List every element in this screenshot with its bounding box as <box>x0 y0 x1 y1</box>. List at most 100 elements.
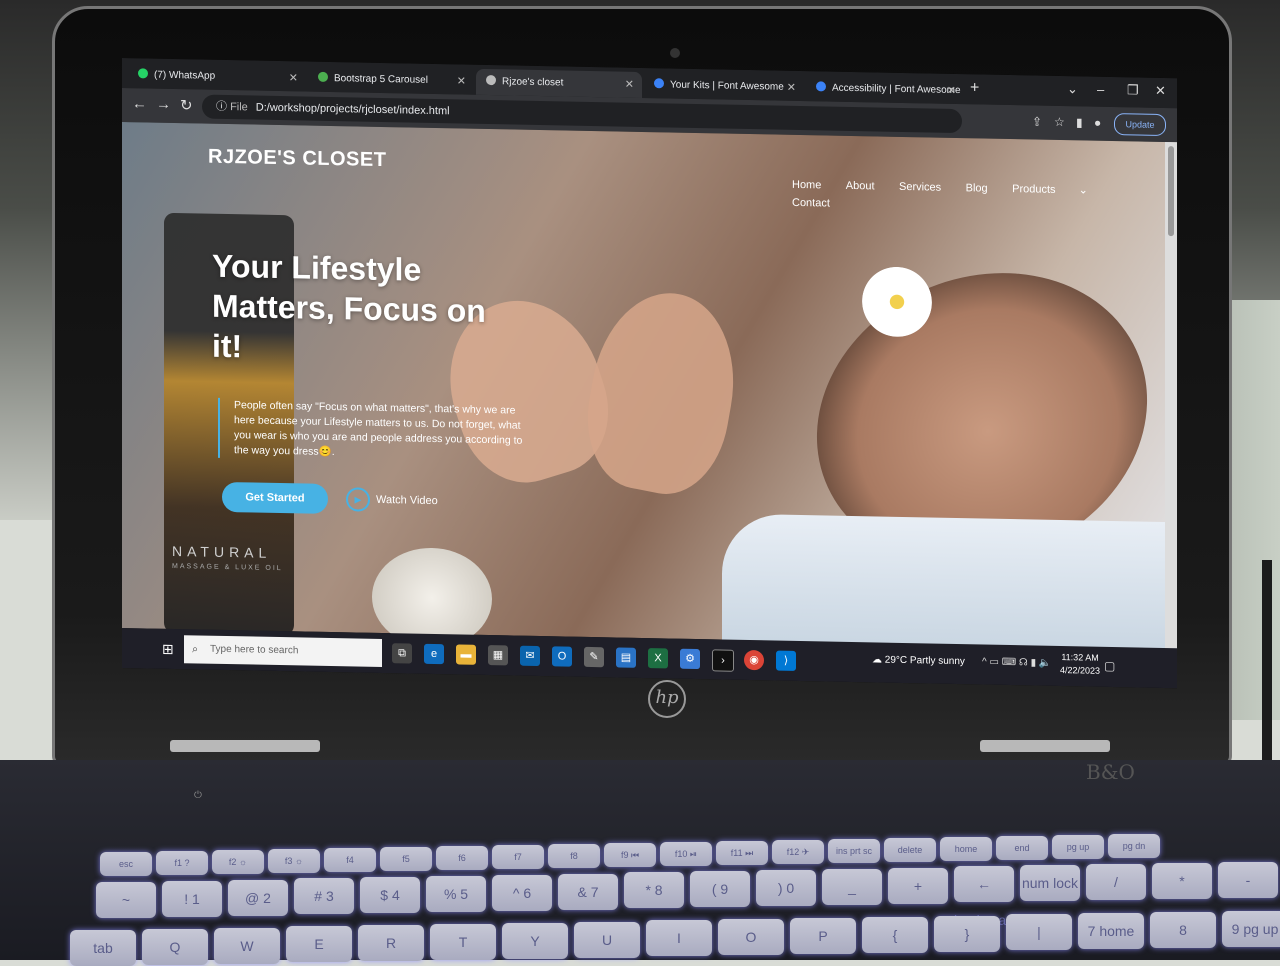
vscode-icon[interactable]: ⟩ <box>776 650 796 671</box>
key[interactable]: num lock <box>1020 865 1080 902</box>
nav-home[interactable]: Home <box>792 179 821 192</box>
close-tab-icon[interactable]: ✕ <box>625 72 634 98</box>
close-tab-icon[interactable]: ✕ <box>457 68 466 94</box>
key[interactable]: f6 <box>436 846 488 870</box>
nav-blog[interactable]: Blog <box>966 182 988 194</box>
key[interactable]: f7 <box>492 845 544 869</box>
outlook-icon[interactable]: O <box>552 646 572 667</box>
key[interactable]: 7 home <box>1078 913 1144 950</box>
windows-start-icon[interactable]: ⊞ <box>162 641 174 658</box>
update-button[interactable]: Update <box>1114 113 1166 137</box>
key[interactable]: R <box>358 925 424 962</box>
notification-icon[interactable]: ▢ <box>1104 659 1115 673</box>
key[interactable]: * 8 <box>624 872 684 909</box>
tab-whatsapp[interactable]: (7) WhatsApp ✕ <box>128 62 306 91</box>
nav-about[interactable]: About <box>846 180 875 193</box>
key[interactable]: ins prt sc <box>828 839 880 863</box>
key[interactable]: % 5 <box>426 876 486 912</box>
key[interactable]: O <box>718 919 784 956</box>
key[interactable]: pg up <box>1052 835 1104 859</box>
key[interactable]: $ 4 <box>360 877 420 914</box>
key[interactable]: tab <box>70 930 136 966</box>
key[interactable]: T <box>430 924 496 960</box>
key[interactable]: ~ <box>96 882 156 918</box>
profile-avatar-icon[interactable]: ● <box>1094 116 1101 130</box>
excel-icon[interactable]: X <box>648 648 668 669</box>
clock[interactable]: 11:32 AM 4/22/2023 <box>1060 651 1100 678</box>
tab-search-icon[interactable]: ⌄ <box>1067 81 1078 97</box>
key[interactable]: f3 ☼ <box>268 849 320 873</box>
restore-icon[interactable]: ❐ <box>1127 82 1139 98</box>
nav-products[interactable]: Products ⌄ <box>1012 183 1108 197</box>
back-icon[interactable]: ← <box>132 95 147 112</box>
key[interactable]: Y <box>502 922 568 959</box>
get-started-button[interactable]: Get Started <box>222 481 328 514</box>
scrollbar-thumb[interactable] <box>1168 146 1174 237</box>
key[interactable]: ← backspace <box>954 866 1021 928</box>
watch-video-button[interactable]: ▶ Watch Video <box>346 486 438 514</box>
control-panel-icon[interactable]: ⚙ <box>680 648 700 670</box>
key[interactable]: home <box>940 837 992 861</box>
info-icon[interactable]: ⓘ <box>216 101 230 113</box>
power-icon[interactable]: ⏻ <box>194 790 202 801</box>
new-tab-button[interactable]: + <box>970 79 979 97</box>
key[interactable]: ( 9 <box>690 871 750 908</box>
key[interactable]: U <box>574 921 640 958</box>
share-icon[interactable]: ⇪ <box>1032 114 1042 128</box>
site-logo[interactable]: RJZOE'S CLOSET <box>208 146 386 172</box>
key[interactable]: } <box>934 915 1000 952</box>
tab-bootstrap[interactable]: Bootstrap 5 Carousel ✕ <box>308 66 474 95</box>
key[interactable]: + <box>888 867 948 904</box>
notepad-icon[interactable]: ✎ <box>584 646 604 668</box>
nav-services[interactable]: Services <box>899 181 941 194</box>
key[interactable]: I <box>646 920 712 957</box>
system-tray[interactable]: ^ ▭ ⌨ ☊ ▮ 🔈 <box>982 657 1051 669</box>
key[interactable]: 8 <box>1150 912 1216 948</box>
weather-widget[interactable]: ☁ 29°C Partly sunny <box>872 654 965 667</box>
key[interactable]: ) 0 <box>756 870 816 906</box>
key[interactable]: f4 <box>324 848 376 872</box>
chrome-icon[interactable]: ◉ <box>744 649 764 671</box>
page-scrollbar[interactable] <box>1165 142 1177 649</box>
key[interactable]: { <box>862 916 928 953</box>
reload-icon[interactable]: ↻ <box>180 96 193 114</box>
key[interactable]: # 3 <box>294 878 354 915</box>
close-tab-icon[interactable]: ✕ <box>947 78 956 104</box>
tab-rjzoes-closet[interactable]: Rjzoe's closet ✕ <box>476 68 642 98</box>
key[interactable]: * <box>1152 862 1212 899</box>
key[interactable]: P <box>790 918 856 954</box>
key[interactable]: f11 ⏭ <box>716 841 768 865</box>
key[interactable]: esc <box>100 852 152 876</box>
tab-font-awesome-kits[interactable]: Your Kits | Font Awesome ✕ <box>644 72 804 101</box>
file-explorer-icon[interactable]: ▬ <box>456 644 476 665</box>
key[interactable]: f10 ⏯ <box>660 842 712 866</box>
task-view-icon[interactable]: ⧉ <box>392 643 412 664</box>
key[interactable]: f2 ☼ <box>212 850 264 874</box>
key[interactable]: _ <box>822 868 882 905</box>
edge-icon[interactable]: e <box>424 643 444 665</box>
tab-font-awesome-accessibility[interactable]: Accessibility | Font Awesome Do ✕ <box>806 75 964 104</box>
close-tab-icon[interactable]: ✕ <box>787 75 796 101</box>
mail-icon[interactable]: ✉ <box>520 645 540 667</box>
key[interactable]: f1 ? <box>156 851 208 875</box>
key[interactable]: f8 <box>548 844 600 868</box>
terminal-icon[interactable]: › <box>712 649 734 672</box>
key[interactable]: / <box>1086 864 1146 900</box>
key[interactable]: @ 2 <box>228 879 288 916</box>
key[interactable]: pg dn <box>1108 834 1160 858</box>
forward-icon[interactable]: → <box>156 96 171 113</box>
key[interactable]: f12 ✈ <box>772 840 824 864</box>
key[interactable]: E <box>286 926 352 963</box>
minimize-icon[interactable]: – <box>1097 82 1104 97</box>
close-window-icon[interactable]: ✕ <box>1155 83 1166 99</box>
close-tab-icon[interactable]: ✕ <box>289 65 298 91</box>
key[interactable]: ! 1 <box>162 880 222 917</box>
key[interactable]: delete <box>884 838 936 862</box>
key[interactable]: & 7 <box>558 873 618 910</box>
key[interactable]: f5 <box>380 847 432 871</box>
bookmark-star-icon[interactable]: ☆ <box>1054 115 1065 129</box>
key[interactable]: | <box>1006 914 1072 951</box>
nav-contact[interactable]: Contact <box>792 197 830 210</box>
key[interactable]: f9 ⏮ <box>604 843 656 867</box>
taskbar-search-box[interactable]: ⌕ Type here to search <box>184 635 382 667</box>
